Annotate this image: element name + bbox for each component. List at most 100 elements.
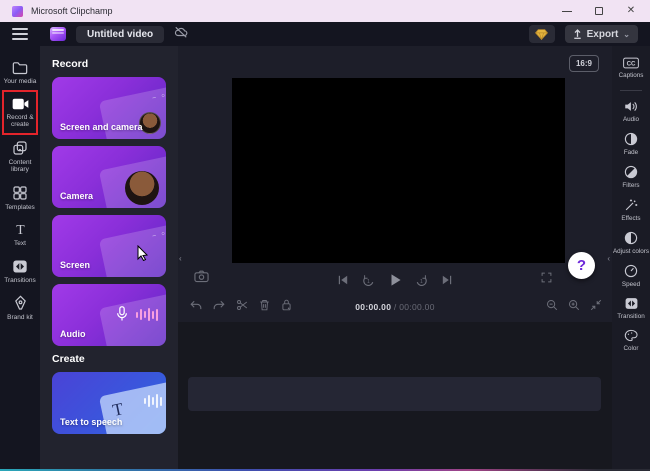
- rewind-1s-button[interactable]: 1: [362, 274, 375, 287]
- card-screen-and-camera[interactable]: – ○ Screen and camera: [52, 77, 166, 139]
- text-tool-icon: T: [13, 222, 28, 237]
- panel-item-color[interactable]: Color: [612, 329, 650, 352]
- card-audio[interactable]: Audio: [52, 284, 166, 346]
- panel-item-audio[interactable]: Audio: [612, 100, 650, 123]
- skip-to-start-button[interactable]: [337, 274, 349, 286]
- brand-kit-icon: [13, 295, 28, 311]
- gem-icon: [535, 29, 548, 40]
- panel-item-adjust-colors[interactable]: Adjust colors: [612, 231, 650, 255]
- card-text-to-speech[interactable]: T Text to speech: [52, 372, 166, 434]
- video-preview-area: 16:9 1: [178, 46, 612, 322]
- svg-text:T: T: [16, 222, 25, 237]
- upload-icon: [573, 29, 582, 39]
- record-create-panel: Record – ○ Screen and camera Camera – ○ …: [40, 46, 178, 471]
- window-titlebar: Microsoft Clipchamp ✕: [0, 0, 650, 22]
- transitions-icon: [12, 259, 28, 274]
- export-label: Export: [587, 29, 619, 40]
- minimize-button[interactable]: [562, 6, 572, 16]
- timeline-area: [178, 322, 612, 471]
- main-sidebar: Your media Record & create Content libra…: [0, 46, 40, 471]
- maximize-button[interactable]: [594, 6, 604, 16]
- project-name-input[interactable]: Untitled video: [76, 26, 164, 43]
- panel-item-fade[interactable]: Fade: [612, 132, 650, 156]
- sidebar-item-brand-kit[interactable]: Brand kit: [0, 290, 40, 328]
- color-palette-icon: [624, 329, 638, 342]
- hamburger-menu-icon[interactable]: [12, 28, 28, 40]
- fullscreen-icon[interactable]: [541, 272, 552, 283]
- skip-to-end-button[interactable]: [441, 274, 453, 286]
- sidebar-item-templates[interactable]: Templates: [0, 180, 40, 218]
- captions-icon: CC: [623, 57, 639, 69]
- window-title: Microsoft Clipchamp: [31, 6, 562, 16]
- chevron-down-icon: ⌄: [623, 30, 630, 39]
- undo-icon[interactable]: [190, 299, 202, 311]
- timecode-display: 00:00.00 / 00:00.00: [355, 302, 434, 312]
- svg-text:CC: CC: [627, 60, 636, 67]
- filters-icon: [624, 165, 638, 179]
- waveform-icon: [144, 394, 162, 408]
- content-library-icon: [12, 140, 28, 156]
- mouse-cursor-icon: [136, 245, 150, 261]
- timecode-total: 00:00.00: [399, 302, 435, 312]
- svg-text:1: 1: [367, 279, 370, 285]
- video-camera-icon: [12, 97, 29, 111]
- speedometer-icon: [624, 264, 638, 278]
- delete-trash-icon[interactable]: [259, 299, 270, 311]
- presenter-avatar: [125, 171, 159, 205]
- aspect-ratio-button[interactable]: 16:9: [569, 55, 599, 72]
- clipchamp-window: Microsoft Clipchamp ✕ Untitled video: [0, 0, 650, 471]
- microphone-icon: [116, 306, 128, 322]
- split-scissors-icon[interactable]: [236, 299, 248, 311]
- help-button[interactable]: ?: [568, 252, 595, 279]
- timecode-separator: /: [391, 302, 399, 312]
- cloud-offline-icon: [174, 25, 188, 43]
- divider: [620, 90, 642, 91]
- timeline-toolbar: 00:00.00 / 00:00.00: [178, 295, 612, 322]
- screen-mockup: – ○: [99, 224, 166, 277]
- sidebar-item-your-media[interactable]: Your media: [0, 55, 40, 92]
- adjust-colors-icon: [624, 231, 638, 245]
- transition-icon: [624, 297, 639, 310]
- export-button[interactable]: Export ⌄: [565, 25, 638, 43]
- templates-icon: [12, 185, 28, 201]
- clipchamp-logo[interactable]: [50, 27, 66, 41]
- card-camera[interactable]: Camera: [52, 146, 166, 208]
- panel-item-filters[interactable]: Filters: [612, 165, 650, 189]
- fade-icon: [624, 132, 638, 146]
- create-section-heading: Create: [52, 353, 166, 365]
- panel-item-transition[interactable]: Transition: [612, 297, 650, 320]
- redo-icon[interactable]: [213, 299, 225, 311]
- empty-timeline-track[interactable]: [188, 377, 601, 411]
- sidebar-item-content-library[interactable]: Content library: [0, 135, 40, 180]
- snapshot-camera-icon[interactable]: [194, 270, 209, 283]
- zoom-to-fit-icon[interactable]: [590, 299, 602, 311]
- app-header: Untitled video Export ⌄: [0, 22, 650, 46]
- properties-sidebar: CC Captions Audio Fade Filters: [612, 46, 650, 471]
- lock-icon[interactable]: [281, 299, 292, 311]
- speaker-icon: [624, 100, 639, 113]
- playback-controls: 1 1: [178, 267, 612, 293]
- editor-center: 16:9 1: [178, 46, 612, 471]
- timecode-current: 00:00.00: [355, 302, 391, 312]
- magic-wand-icon: [624, 198, 638, 212]
- sidebar-item-transitions[interactable]: Transitions: [0, 254, 40, 291]
- sidebar-item-text[interactable]: T Text: [0, 217, 40, 254]
- svg-text:1: 1: [420, 279, 423, 285]
- clipchamp-app-icon: [12, 6, 23, 17]
- collapse-panel-left-icon[interactable]: ‹: [179, 254, 182, 263]
- panel-item-captions[interactable]: CC Captions: [612, 57, 650, 79]
- zoom-in-icon[interactable]: [568, 299, 580, 311]
- forward-1s-button[interactable]: 1: [415, 274, 428, 287]
- sidebar-item-record-create[interactable]: Record & create: [0, 92, 40, 135]
- panel-item-speed[interactable]: Speed: [612, 264, 650, 288]
- zoom-out-icon[interactable]: [546, 299, 558, 311]
- folder-icon: [12, 60, 28, 75]
- upgrade-gem-button[interactable]: [529, 25, 555, 43]
- card-screen[interactable]: – ○ Screen: [52, 215, 166, 277]
- record-section-heading: Record: [52, 58, 166, 70]
- play-button[interactable]: [388, 273, 402, 287]
- close-button[interactable]: ✕: [626, 6, 636, 16]
- video-canvas[interactable]: [232, 78, 565, 263]
- collapse-panel-right-icon[interactable]: ‹: [607, 254, 610, 263]
- panel-item-effects[interactable]: Effects: [612, 198, 650, 222]
